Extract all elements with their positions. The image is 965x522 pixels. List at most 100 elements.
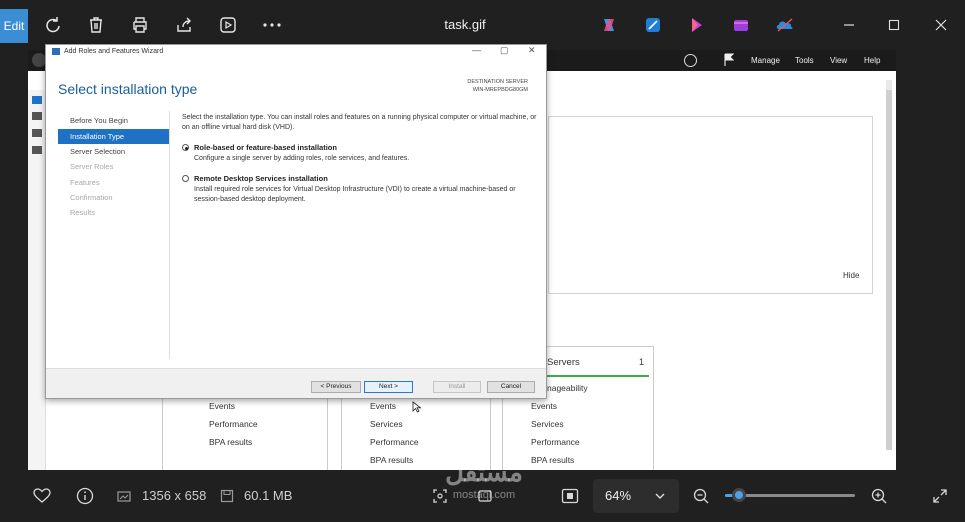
watermark-arabic: مستقل [445, 457, 523, 487]
zoom-level: 64% [605, 488, 632, 503]
hide-link[interactable]: Hide [843, 271, 859, 280]
mostaql-watermark: مستقل mostaql.com [422, 456, 546, 516]
status-bar [547, 375, 649, 377]
option-title[interactable]: Remote Desktop Services installation [194, 174, 328, 183]
file-size: 60.1 MB [244, 488, 293, 503]
wizard-content: Select the installation type. You can in… [182, 113, 537, 203]
tile-item[interactable]: Services [531, 419, 564, 429]
dialog-footer: < Previous Next > Install Cancel [46, 368, 546, 398]
print-icon[interactable] [128, 13, 152, 37]
radio-remote-desktop[interactable] [182, 175, 189, 182]
tile-item[interactable]: Services [370, 419, 403, 429]
minimize-icon[interactable] [837, 13, 861, 37]
file-storage-icon[interactable] [32, 146, 42, 154]
video-editor-icon[interactable] [729, 13, 753, 37]
tile-item[interactable]: Events [370, 401, 396, 411]
vertical-scrollbar[interactable] [886, 80, 892, 450]
nav-features: Features [70, 178, 100, 187]
intro-text: Select the installation type. You can in… [182, 114, 537, 131]
tile-item[interactable]: Performance [531, 437, 580, 447]
watermark-latin: mostaql.com [452, 489, 516, 501]
option-title[interactable]: Role-based or feature-based installation [194, 143, 337, 152]
dialog-maximize-icon[interactable]: ▢ [500, 45, 509, 56]
file-size-icon [219, 486, 235, 506]
menu-tools[interactable]: Tools [795, 56, 814, 65]
dialog-close-icon[interactable]: ✕ [528, 45, 536, 56]
option-role-based[interactable]: Role-based or feature-based installation… [182, 143, 537, 169]
menu-manage[interactable]: Manage [751, 56, 780, 65]
tile-item[interactable]: BPA results [370, 455, 413, 465]
dimensions-icon [116, 486, 132, 506]
fit-to-window-icon[interactable] [560, 486, 580, 506]
rotate-icon[interactable] [41, 13, 65, 37]
scrollbar-thumb[interactable] [886, 90, 892, 450]
file-title: task.gif [444, 17, 486, 32]
refresh-icon[interactable] [684, 54, 697, 67]
dashboard-icon[interactable] [32, 96, 42, 104]
local-server-icon[interactable] [32, 112, 42, 120]
tile-item[interactable]: nageability [547, 383, 588, 393]
destination-label: DESTINATION SERVER [467, 79, 528, 85]
copilot-icon[interactable] [597, 13, 621, 37]
destination-value: WIN-MREPBDG80GM [472, 87, 528, 93]
zoom-out-icon[interactable] [691, 486, 711, 506]
delete-icon[interactable] [84, 13, 108, 37]
tile-item[interactable]: Performance [209, 419, 258, 429]
nav-results: Results [70, 208, 96, 217]
menu-view[interactable]: View [830, 56, 847, 65]
zoom-in-icon[interactable] [869, 486, 889, 506]
nav-before-you-begin[interactable]: Before You Begin [58, 113, 169, 128]
wizard-icon [52, 48, 60, 55]
cancel-button[interactable]: Cancel [487, 381, 535, 393]
clipchamp-icon[interactable] [685, 13, 709, 37]
tile-item[interactable]: Performance [370, 437, 419, 447]
tile-item[interactable]: Events [531, 401, 557, 411]
nav-server-roles: Server Roles [70, 162, 114, 171]
edit-button[interactable]: Edit [0, 9, 28, 43]
menu-help[interactable]: Help [864, 56, 880, 65]
tile-item[interactable]: Events [209, 401, 235, 411]
zoom-dropdown[interactable]: 64% [593, 479, 679, 513]
top-toolbar: Edit task.gif [0, 0, 965, 50]
all-servers-icon[interactable] [32, 129, 42, 137]
install-button: Install [433, 381, 481, 393]
wizard-nav: Before You Begin Installation Type Serve… [58, 111, 170, 359]
more-options-icon[interactable] [260, 13, 284, 37]
tile-item[interactable]: BPA results [209, 437, 252, 447]
expand-fullscreen-icon[interactable] [930, 486, 950, 506]
nav-server-selection[interactable]: Server Selection [58, 144, 169, 159]
option-description: Configure a single server by adding role… [194, 155, 410, 162]
favorite-heart-icon[interactable] [32, 486, 52, 506]
onedrive-icon[interactable] [773, 13, 797, 37]
close-icon[interactable] [929, 13, 953, 37]
option-remote-desktop[interactable]: Remote Desktop Services installation Ins… [182, 174, 537, 208]
maximize-icon[interactable] [882, 13, 906, 37]
zoom-slider-thumb[interactable] [732, 488, 747, 502]
dialog-minimize-icon[interactable]: — [472, 45, 481, 55]
photos-app-window: Edit task.gif Manage Tools View Help Hid… [0, 0, 965, 522]
add-roles-wizard-dialog: Add Roles and Features Wizard — ▢ ✕ Sele… [45, 44, 547, 399]
dialog-title: Add Roles and Features Wizard [64, 48, 164, 55]
page-title: Select installation type [58, 81, 198, 97]
tile-header: Servers [547, 357, 580, 368]
chevron-down-icon [653, 489, 667, 503]
radio-role-based[interactable] [182, 144, 189, 151]
previous-button[interactable]: < Previous [311, 381, 361, 393]
next-button[interactable]: Next > [364, 381, 413, 393]
flag-icon[interactable] [724, 53, 735, 67]
slideshow-icon[interactable] [216, 13, 240, 37]
dialog-titlebar: Add Roles and Features Wizard — ▢ ✕ [46, 45, 546, 59]
image-dimensions: 1356 x 658 [142, 488, 207, 503]
destination-server: DESTINATION SERVER WIN-MREPBDG80GM [467, 78, 528, 94]
designer-icon[interactable] [641, 13, 665, 37]
info-icon[interactable] [75, 486, 95, 506]
welcome-panel [548, 116, 873, 294]
share-icon[interactable] [172, 13, 196, 37]
nav-confirmation: Confirmation [70, 193, 113, 202]
tile-count: 1 [639, 357, 645, 367]
nav-installation-type[interactable]: Installation Type [58, 129, 169, 144]
back-icon[interactable] [32, 53, 46, 67]
mouse-cursor-icon [412, 400, 422, 413]
server-manager-sidebar [28, 90, 46, 470]
option-description: Install required role services for Virtu… [194, 186, 516, 203]
